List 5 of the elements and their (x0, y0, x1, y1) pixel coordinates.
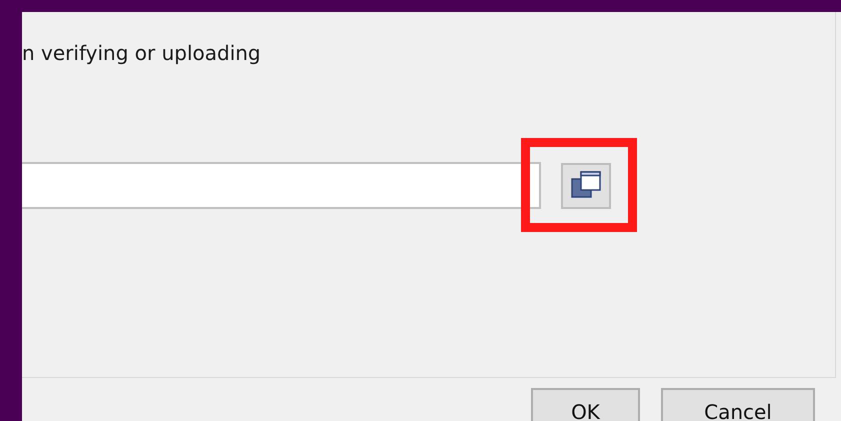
cancel-button[interactable]: Cancel (661, 388, 815, 421)
message-text: n verifying or uploading (22, 40, 262, 67)
path-field[interactable] (22, 162, 541, 209)
ok-button[interactable]: OK (531, 388, 640, 421)
browse-button[interactable] (561, 162, 611, 208)
